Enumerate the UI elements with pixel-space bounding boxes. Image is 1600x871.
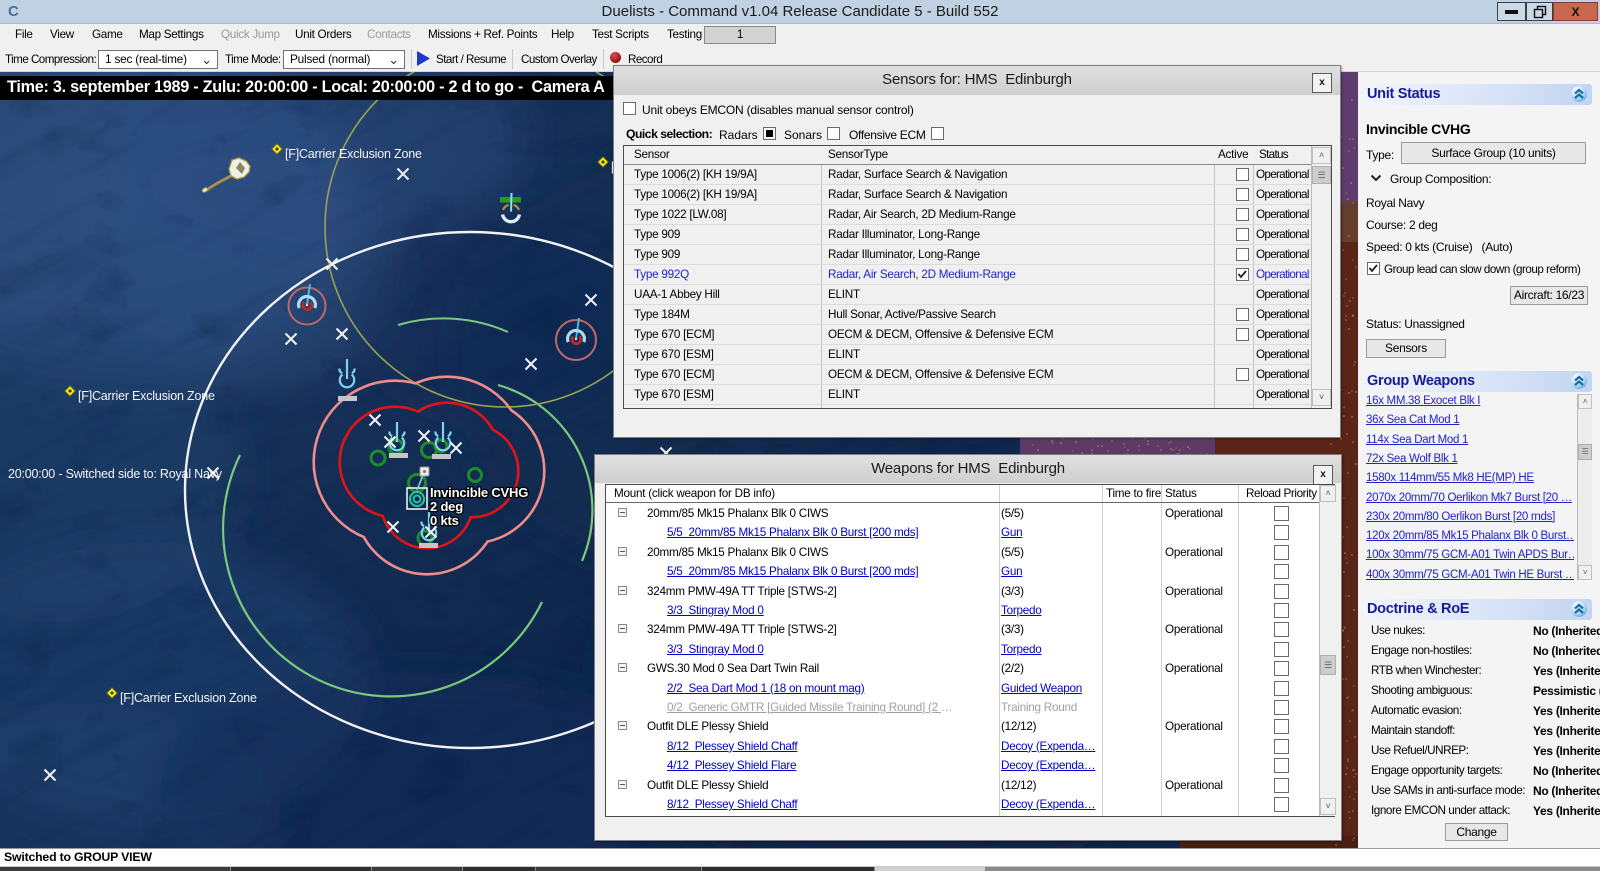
svg-text:Invincible CVHG: Invincible CVHG [430, 485, 528, 500]
svg-text:[F]Carrier Exclusion Zone: [F]Carrier Exclusion Zone [120, 691, 257, 705]
svg-text:0 kts: 0 kts [430, 513, 459, 528]
svg-text:[F]Carrier Exclusion Zone: [F]Carrier Exclusion Zone [78, 389, 215, 403]
svg-text:20:00:00 - Switched side to: R: 20:00:00 - Switched side to: Royal Navy [8, 467, 223, 481]
svg-text:2 deg: 2 deg [430, 499, 463, 514]
svg-text:[F]Carrier Exclusion Zone: [F]Carrier Exclusion Zone [285, 147, 422, 161]
